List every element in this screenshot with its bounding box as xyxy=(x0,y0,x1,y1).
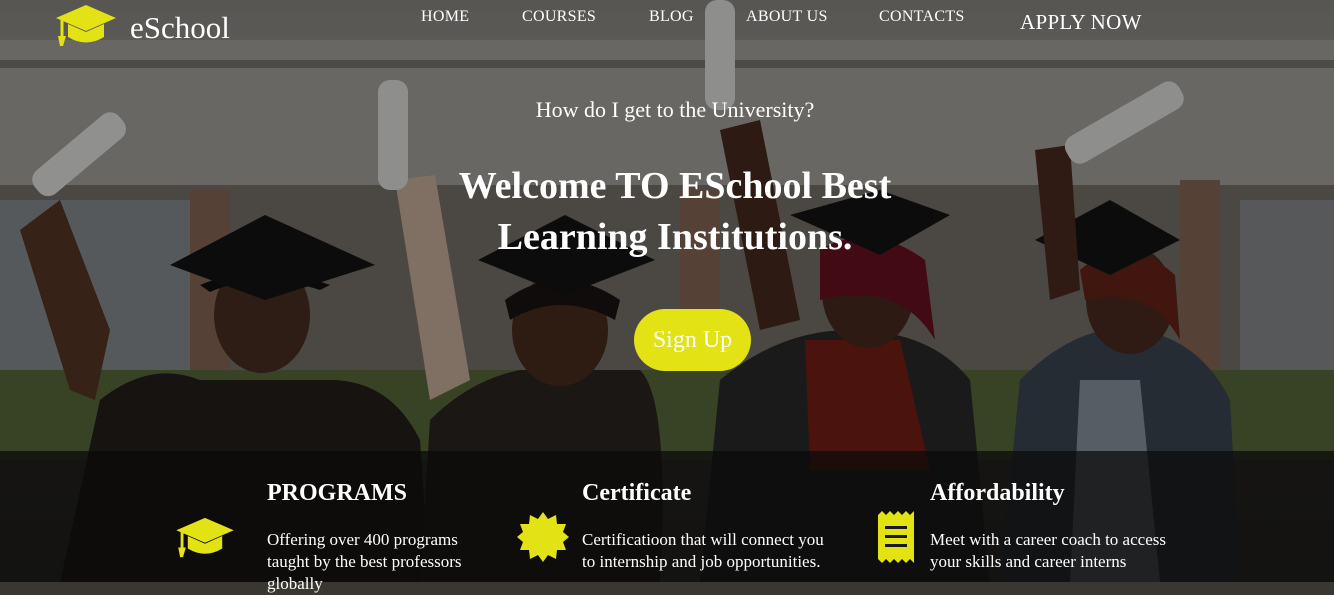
nav-home[interactable]: HOME xyxy=(421,8,469,26)
feature-affordability-text: Meet with a career coach to access your … xyxy=(930,529,1166,573)
graduation-cap-icon xyxy=(176,517,234,558)
nav-courses[interactable]: COURSES xyxy=(522,8,596,26)
receipt-icon xyxy=(878,511,914,563)
apply-now-link[interactable]: APPLY NOW xyxy=(1020,10,1142,35)
feature-affordability-title: Affordability xyxy=(930,480,1065,506)
feature-certificate-line-1: Certificatioon that will connect you xyxy=(582,530,824,549)
feature-programs-line-3: globally xyxy=(267,574,323,593)
nav-contacts[interactable]: CONTACTS xyxy=(879,8,965,26)
nav-blog[interactable]: BLOG xyxy=(649,8,694,26)
nav-about-us[interactable]: ABOUT US xyxy=(746,8,828,26)
feature-affordability-line-2: your skills and career interns xyxy=(930,552,1127,571)
feature-certificate-text: Certificatioon that will connect you to … xyxy=(582,529,824,573)
badge-seal-icon xyxy=(517,512,569,562)
sign-up-button[interactable]: Sign Up xyxy=(634,309,751,371)
hero-headline: Welcome TO ESchool Best Learning Institu… xyxy=(0,161,1334,263)
hero-headline-line-1: Welcome TO ESchool Best xyxy=(458,165,892,207)
feature-programs-line-2: taught by the best professors xyxy=(267,552,462,571)
feature-certificate-line-2: to internship and job opportunities. xyxy=(582,552,821,571)
feature-programs-line-1: Offering over 400 programs xyxy=(267,530,458,549)
feature-programs-text: Offering over 400 programs taught by the… xyxy=(267,529,462,595)
hero-headline-line-2: Learning Institutions. xyxy=(497,216,853,258)
feature-programs-title: PROGRAMS xyxy=(267,480,407,506)
feature-certificate-title: Certificate xyxy=(582,480,692,506)
hero-kicker: How do I get to the University? xyxy=(535,97,815,122)
feature-affordability-line-1: Meet with a career coach to access xyxy=(930,530,1166,549)
